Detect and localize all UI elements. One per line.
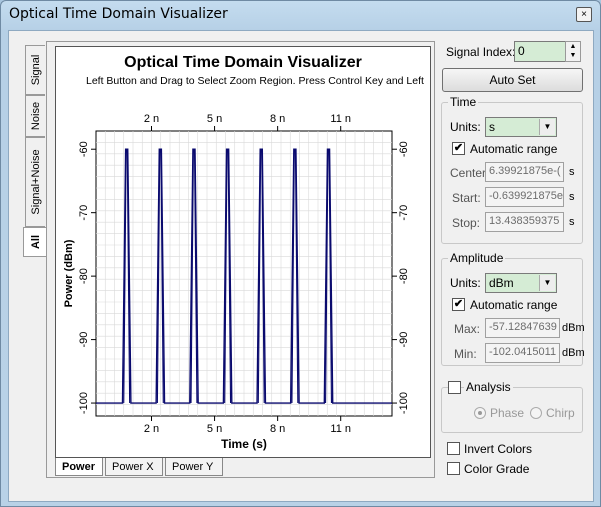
- signal-index-input[interactable]: 0: [514, 41, 566, 62]
- amplitude-units-select[interactable]: dBm ▼: [485, 273, 557, 293]
- title-bar[interactable]: Optical Time Domain Visualizer ×: [1, 1, 600, 29]
- visualizer-window: Optical Time Domain Visualizer × Signal …: [0, 0, 601, 507]
- analysis-group-title: Analysis: [464, 380, 513, 394]
- time-auto-range-label: Automatic range: [470, 142, 558, 156]
- time-units-value: s: [489, 120, 495, 134]
- y-tick-label-left: -60: [78, 141, 90, 157]
- phase-label: Phase: [490, 406, 525, 420]
- chart-title: Optical Time Domain Visualizer: [124, 54, 362, 71]
- spin-down-icon[interactable]: ▼: [566, 51, 580, 60]
- time-units-label: Units:: [450, 120, 481, 134]
- y-tick-label-left: -70: [78, 205, 90, 221]
- phase-radio[interactable]: [474, 407, 486, 419]
- y-tick-label-left: -100: [78, 392, 90, 414]
- stop-unit: s: [569, 216, 575, 228]
- center-unit: s: [569, 166, 575, 178]
- auto-set-button[interactable]: Auto Set: [442, 68, 583, 92]
- invert-colors-checkbox[interactable]: [447, 442, 460, 455]
- tab-noise-label: Noise: [29, 101, 42, 131]
- chevron-down-icon[interactable]: ▼: [539, 119, 555, 135]
- center-label: Center:: [450, 166, 490, 180]
- start-unit: s: [569, 191, 575, 203]
- window-title: Optical Time Domain Visualizer: [9, 6, 228, 22]
- chevron-down-icon[interactable]: ▼: [539, 275, 555, 291]
- y-tick-label-left: -90: [78, 332, 90, 348]
- plot-tab-panel: Optical Time Domain Visualizer Left Butto…: [46, 41, 435, 478]
- tab-all-label: All: [29, 234, 42, 250]
- chart-subtitle: Left Button and Drag to Select Zoom Regi…: [86, 75, 424, 87]
- tab-signal[interactable]: Signal: [25, 45, 45, 95]
- time-group: Time Units: s ▼ ✔ Automatic range Center…: [441, 95, 583, 244]
- y-tick-label-right: -100: [398, 392, 410, 414]
- spin-up-icon[interactable]: ▲: [566, 42, 580, 51]
- y-tick-label-right: -60: [398, 141, 410, 157]
- tab-power-x[interactable]: Power X: [105, 458, 163, 476]
- center-field[interactable]: 6.39921875e-(: [485, 162, 564, 182]
- stop-field[interactable]: 13.438359375: [485, 212, 564, 232]
- x-tick-label-top: 11 n: [330, 113, 351, 125]
- chirp-label: Chirp: [546, 406, 575, 420]
- time-units-select[interactable]: s ▼: [485, 117, 557, 137]
- amplitude-auto-range-label: Automatic range: [470, 298, 558, 312]
- x-tick-label-bottom: 5 n: [207, 423, 222, 435]
- y-tick-label-left: -80: [78, 268, 90, 284]
- close-button[interactable]: ×: [576, 7, 592, 22]
- x-tick-label-bottom: 11 n: [330, 423, 351, 435]
- tab-power[interactable]: Power: [55, 458, 103, 476]
- y-tick-label-right: -90: [398, 332, 410, 348]
- plot-area[interactable]: Optical Time Domain Visualizer Left Butto…: [55, 46, 431, 458]
- stop-label: Stop:: [452, 216, 481, 230]
- x-tick-label-top: 5 n: [207, 113, 222, 125]
- time-domain-chart[interactable]: Optical Time Domain Visualizer Left Butto…: [56, 47, 430, 457]
- max-field[interactable]: -57.12847639: [485, 318, 560, 338]
- color-grade-checkbox[interactable]: [447, 462, 460, 475]
- tab-noise[interactable]: Noise: [25, 95, 45, 137]
- amplitude-units-label: Units:: [450, 276, 481, 290]
- analysis-group: Analysis Phase Chirp: [441, 380, 583, 433]
- time-group-title: Time: [448, 95, 479, 109]
- tab-power-y[interactable]: Power Y: [165, 458, 223, 476]
- start-field[interactable]: -0.639921875e: [485, 187, 564, 207]
- start-label: Start:: [452, 191, 481, 205]
- x-tick-label-top: 8 n: [270, 113, 285, 125]
- x-axis-label: Time (s): [221, 437, 267, 451]
- signal-index-stepper[interactable]: ▲ ▼: [565, 41, 581, 62]
- invert-colors-label: Invert Colors: [464, 442, 533, 456]
- x-tick-label-top: 2 n: [144, 113, 159, 125]
- max-label: Max:: [454, 322, 481, 336]
- min-unit: dBm: [562, 347, 585, 359]
- tab-signal-label: Signal: [29, 54, 42, 86]
- analysis-checkbox[interactable]: [448, 381, 461, 394]
- x-tick-label-bottom: 8 n: [270, 423, 285, 435]
- chirp-radio[interactable]: [530, 407, 542, 419]
- amplitude-auto-range-checkbox[interactable]: ✔: [452, 298, 465, 311]
- y-tick-label-right: -80: [398, 268, 410, 284]
- y-tick-label-right: -70: [398, 205, 410, 221]
- amplitude-units-value: dBm: [489, 276, 514, 290]
- amplitude-group-title: Amplitude: [448, 251, 506, 265]
- tab-signal-noise-label: Signal+Noise: [29, 149, 42, 215]
- x-tick-label-bottom: 2 n: [144, 423, 159, 435]
- tab-all[interactable]: All: [23, 227, 47, 257]
- min-field[interactable]: -102.0415011: [485, 343, 560, 363]
- max-unit: dBm: [562, 322, 585, 334]
- min-label: Min:: [454, 347, 477, 361]
- tab-signal-noise[interactable]: Signal+Noise: [25, 137, 45, 227]
- signal-index-label: Signal Index:: [446, 45, 516, 59]
- client-area: Signal Noise Signal+Noise All Optical Ti…: [8, 30, 594, 502]
- time-auto-range-checkbox[interactable]: ✔: [452, 142, 465, 155]
- color-grade-label: Color Grade: [464, 462, 530, 476]
- y-axis-label: Power (dBm): [63, 239, 75, 307]
- amplitude-group: Amplitude Units: dBm ▼ ✔ Automatic range…: [441, 251, 585, 366]
